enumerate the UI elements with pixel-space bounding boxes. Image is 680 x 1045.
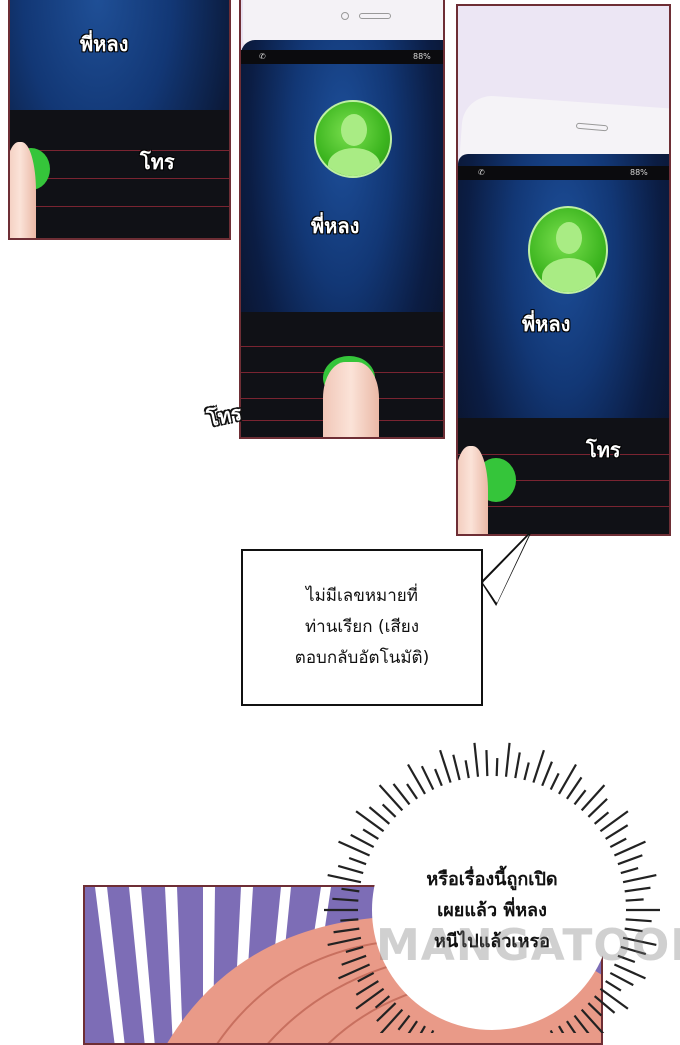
speech-line: ตอบกลับอัตโนมัติ) [294,648,430,668]
burst-line [566,776,583,800]
thought-line: หรือเรื่องนี้ถูกเปิด [426,868,558,890]
call-status-icon: ✆ [259,52,266,61]
burst-line [355,810,385,833]
burst-line [541,761,553,787]
burst-line [420,765,435,791]
slider-line [458,506,669,507]
burst-line [337,864,364,875]
slider-line [241,346,443,347]
burst-line [605,824,629,840]
burst-line [558,763,577,795]
burst-line [625,898,644,902]
caller-name: พี่หลง [311,214,360,238]
burst-line [617,854,643,866]
burst-line [473,742,480,777]
burst-line [407,763,426,795]
battery-level: 88% [413,52,431,61]
burst-line [624,886,651,893]
panel-1: พี่หลง โทร [8,0,231,240]
panel-2: ✆ 88% พี่หลง [239,0,445,439]
speech-box: ไม่มีเลขหมายที่ ท่านเรียก (เสียง ตอบกลับ… [241,549,483,706]
contact-avatar [528,206,608,294]
burst-line [495,758,499,777]
panel-3: ✆ 88% พี่หลง โทร [456,4,671,536]
thought-bubble: หรือเรื่องนี้ถูกเปิด เผยแล้ว พี่หลง หนีไ… [372,790,612,1030]
burst-line [599,810,629,833]
burst-line [362,828,379,840]
call-sfx: โทร [140,150,175,174]
phone-camera [341,12,349,20]
contact-avatar [314,100,392,178]
burst-line [523,762,530,781]
finger [10,142,36,238]
burst-line [350,833,375,849]
status-bar: ✆ 88% [241,50,443,64]
battery-level: 88% [630,168,648,177]
burst-line [378,784,404,812]
burst-line [532,749,545,783]
burst-line [406,783,418,800]
watermark: MANGATOON [376,920,680,971]
burst-line [609,837,627,849]
finger [458,446,488,534]
speech-line: ไม่มีเลขหมายที่ [306,586,418,606]
burst-line [504,742,511,777]
speech-line: ท่านเรียก (เสียง [304,617,420,637]
burst-line [573,789,587,806]
burst-line [439,749,452,783]
burst-line [549,772,560,791]
burst-line [622,873,657,884]
burst-line [613,840,646,857]
burst-line [434,768,443,787]
slider-line [10,206,229,207]
burst-line [580,784,606,812]
phone-speaker [359,13,391,19]
burst-line [605,980,622,992]
burst-line [485,750,489,777]
burst-line [368,806,391,825]
burst-line [593,811,610,825]
caller-name: พี่หลง [522,312,571,336]
burst-line [327,873,362,884]
burst-line [348,856,367,866]
burst-line [464,760,470,779]
burst-line [609,971,634,987]
status-bar: ✆ 88% [458,166,669,180]
burst-line [620,867,639,875]
burst-line [338,840,371,857]
burst-line [514,752,521,779]
burst-line [599,987,629,1010]
call-sfx: โทร [586,438,621,462]
burst-line [587,798,608,818]
burst-line [452,754,461,781]
burst-line [392,783,411,806]
caller-name: พี่หลง [80,32,129,56]
finger [323,362,379,437]
burst-line [381,803,397,818]
call-status-icon: ✆ [478,168,485,177]
slider-line [10,150,229,151]
slider-line [458,454,669,455]
